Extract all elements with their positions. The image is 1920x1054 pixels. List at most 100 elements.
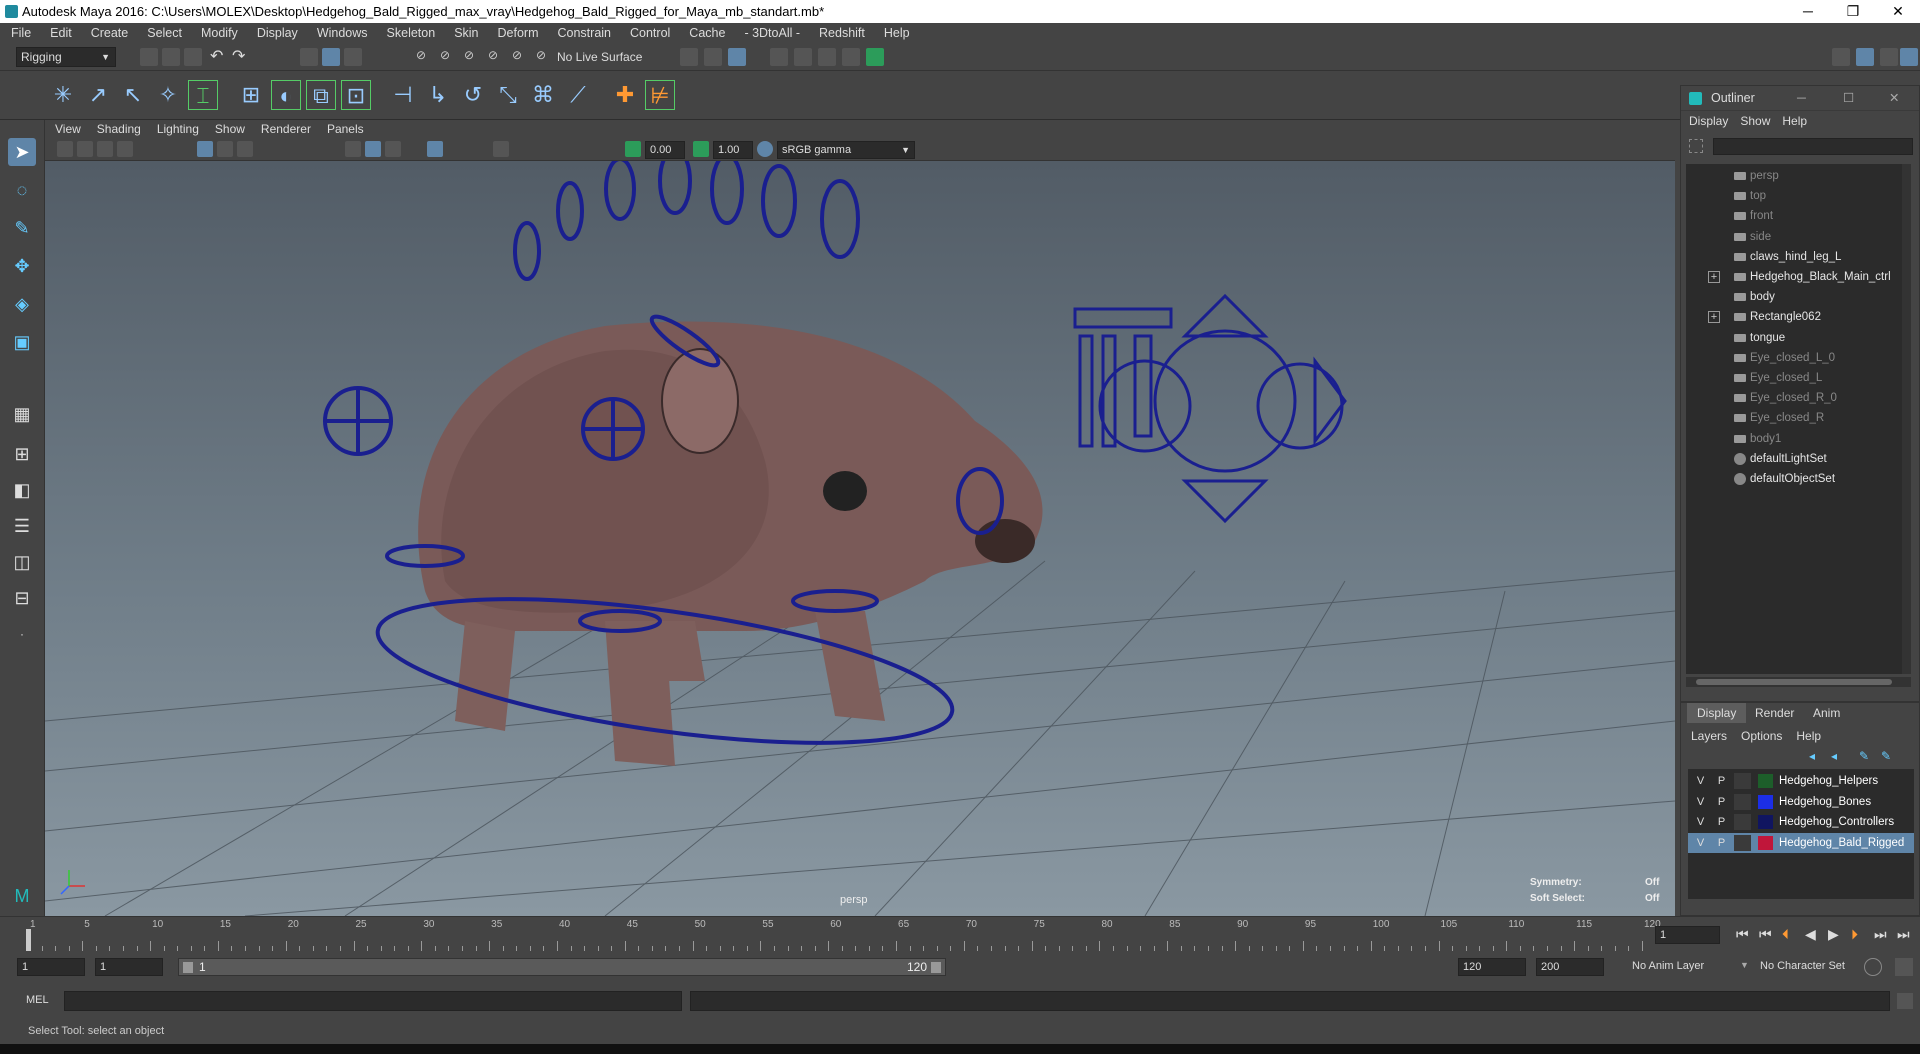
wireframe-icon[interactable] bbox=[345, 141, 361, 157]
current-time-indicator[interactable] bbox=[26, 929, 31, 951]
time-slider[interactable]: 1 5 10 15 20 25 30 35 40 45 50 55 60 65 70 75 80 85 90 95 10… bbox=[0, 916, 1920, 952]
single-perspective-layout-icon[interactable]: ▦ bbox=[8, 400, 36, 428]
snap-point-icon[interactable]: ⊘ bbox=[464, 48, 482, 66]
menu-item-9[interactable]: Deform bbox=[487, 23, 547, 43]
graph-layout-icon[interactable]: ☰ bbox=[8, 512, 36, 540]
menu-item-13[interactable]: - 3DtoAll - bbox=[733, 23, 808, 43]
parent-constraint-icon[interactable]: ⌘ bbox=[528, 80, 558, 110]
expand-icon[interactable]: + bbox=[1708, 271, 1720, 283]
image-plane-icon[interactable] bbox=[117, 141, 133, 157]
hypershade-layout-icon[interactable]: ◫ bbox=[8, 548, 36, 576]
expand-icon[interactable]: + bbox=[1708, 311, 1720, 324]
ik-fk-switch-icon[interactable]: ✚ bbox=[610, 80, 640, 110]
outliner-item[interactable]: Eye_closed_R bbox=[1686, 408, 1911, 428]
step-back-frame-icon[interactable]: ⏴ bbox=[1782, 926, 1789, 943]
paint-weights-icon[interactable]: ◐ bbox=[271, 80, 301, 110]
layer-row[interactable]: V P Hedgehog_Bones bbox=[1688, 792, 1914, 812]
step-forward-frame-icon[interactable]: ⏵ bbox=[1851, 926, 1858, 943]
four-view-layout-icon[interactable]: ⊞ bbox=[8, 440, 36, 468]
attribute-editor-toggle-icon[interactable] bbox=[1880, 48, 1898, 66]
resolution-gate-icon[interactable] bbox=[237, 141, 253, 157]
maya-home-icon[interactable]: M bbox=[8, 882, 36, 910]
lasso-tool-icon[interactable]: ◌ bbox=[8, 176, 36, 204]
outliner-item[interactable]: claws_hind_leg_L bbox=[1686, 247, 1911, 267]
persp-outliner-layout-icon[interactable]: ◧ bbox=[8, 476, 36, 504]
gamma-field[interactable]: 1.00 bbox=[713, 141, 753, 159]
modeling-toolkit-icon[interactable] bbox=[1856, 48, 1874, 66]
isolate-select-icon[interactable] bbox=[493, 141, 509, 157]
menu-item-7[interactable]: Skeleton bbox=[376, 23, 444, 43]
layer-reference-toggle[interactable] bbox=[1734, 793, 1751, 810]
playback-end-field[interactable]: 120 bbox=[1458, 958, 1526, 976]
smooth-shade-icon[interactable] bbox=[365, 141, 381, 157]
move-tool-icon[interactable]: ✥ bbox=[8, 252, 36, 280]
menu-item-8[interactable]: Skin bbox=[443, 23, 486, 43]
viewport-menu-item-0[interactable]: View bbox=[45, 120, 87, 139]
layer-color-swatch[interactable] bbox=[1758, 774, 1773, 788]
layer-color-swatch[interactable] bbox=[1758, 815, 1773, 829]
aim-constraint-icon[interactable]: ↳ bbox=[423, 80, 453, 110]
layer-playback-toggle[interactable]: P bbox=[1713, 773, 1730, 789]
menu-set-dropdown[interactable]: Rigging ▼ bbox=[16, 47, 116, 67]
color-space-dropdown[interactable]: sRGB gamma ▼ bbox=[777, 141, 915, 159]
layer-menu-item-1[interactable]: Options bbox=[1731, 727, 1786, 745]
animation-end-field[interactable]: 200 bbox=[1536, 958, 1604, 976]
redshift-render-icon[interactable] bbox=[866, 48, 884, 66]
snap-surface-icon[interactable]: ⊘ bbox=[512, 48, 530, 66]
select-tool-icon[interactable]: ➤ bbox=[8, 138, 36, 166]
select-object-icon[interactable] bbox=[322, 48, 340, 66]
select-hierarchy-icon[interactable] bbox=[300, 48, 318, 66]
gamma-icon[interactable] bbox=[693, 141, 709, 157]
ipr-render-icon[interactable] bbox=[794, 48, 812, 66]
more-layouts-icon[interactable]: · bbox=[8, 620, 36, 648]
select-component-icon[interactable] bbox=[344, 48, 362, 66]
render-settings-icon[interactable] bbox=[818, 48, 836, 66]
textured-icon[interactable] bbox=[385, 141, 401, 157]
restore-button[interactable]: ❐ bbox=[1831, 0, 1875, 23]
snap-view-icon[interactable]: ⊘ bbox=[488, 48, 506, 66]
layer-playback-toggle[interactable]: P bbox=[1713, 835, 1730, 851]
perspective-viewport[interactable]: persp Symmetry: Off Soft Select: Off bbox=[45, 161, 1675, 916]
outliner-item[interactable]: + Hedgehog_Black_Main_ctrl bbox=[1686, 267, 1911, 287]
outliner-vscrollbar[interactable] bbox=[1902, 164, 1911, 674]
outliner-item[interactable]: defaultObjectSet bbox=[1686, 469, 1911, 489]
point-constraint-icon[interactable]: ⊣ bbox=[388, 80, 418, 110]
snap-curve-icon[interactable]: ⊘ bbox=[440, 48, 458, 66]
outliner-search-input[interactable] bbox=[1713, 138, 1913, 155]
create-joint-icon[interactable]: ✳ bbox=[48, 80, 78, 110]
outliner-item[interactable]: + Rectangle062 bbox=[1686, 307, 1911, 327]
outliner-menu-item-2[interactable]: Help bbox=[1774, 111, 1811, 131]
layer-menu-item-0[interactable]: Layers bbox=[1681, 727, 1731, 745]
rotate-tool-icon[interactable]: ◈ bbox=[8, 290, 36, 318]
construction-history-icon[interactable] bbox=[704, 48, 722, 66]
redo-icon[interactable]: ↷ bbox=[232, 48, 250, 66]
layer-reference-toggle[interactable] bbox=[1734, 773, 1751, 789]
move-layer-up-icon[interactable]: ◂ bbox=[1809, 749, 1815, 763]
layer-playback-toggle[interactable]: P bbox=[1713, 814, 1730, 830]
menu-item-11[interactable]: Control bbox=[619, 23, 678, 43]
cluster-icon[interactable]: ⊡ bbox=[341, 80, 371, 110]
layer-row[interactable]: V P Hedgehog_Controllers bbox=[1688, 812, 1914, 832]
layer-reference-toggle[interactable] bbox=[1734, 834, 1751, 851]
outliner-hscrollbar[interactable] bbox=[1686, 677, 1911, 687]
minimize-icon[interactable]: ─ bbox=[1797, 86, 1806, 111]
outliner-item[interactable]: Eye_closed_L bbox=[1686, 368, 1911, 388]
minimize-button[interactable]: ─ bbox=[1786, 0, 1830, 23]
viewport-menu-item-2[interactable]: Lighting bbox=[147, 120, 205, 139]
close-icon[interactable]: ✕ bbox=[1889, 86, 1899, 111]
viewport-menu-item-5[interactable]: Panels bbox=[317, 120, 370, 139]
playback-start-field[interactable]: 1 bbox=[95, 958, 163, 976]
pole-vector-icon[interactable]: ⟋ bbox=[563, 80, 593, 110]
maximize-icon[interactable]: ☐ bbox=[1843, 86, 1854, 111]
new-layer-icon[interactable]: ✎ bbox=[1859, 749, 1869, 763]
menu-item-2[interactable]: Create bbox=[80, 23, 137, 43]
outliner-item[interactable]: Eye_closed_L_0 bbox=[1686, 348, 1911, 368]
snap-live-icon[interactable]: ⊘ bbox=[536, 48, 554, 66]
layer-visibility-toggle[interactable]: V bbox=[1692, 814, 1709, 830]
layer-tab-1[interactable]: Render bbox=[1745, 703, 1804, 723]
film-gate-icon[interactable] bbox=[217, 141, 233, 157]
outliner-item[interactable]: front bbox=[1686, 206, 1911, 226]
menu-item-6[interactable]: Windows bbox=[306, 23, 376, 43]
viewport-menu-item-3[interactable]: Show bbox=[205, 120, 251, 139]
go-to-start-icon[interactable]: ⏮ bbox=[1736, 926, 1749, 943]
